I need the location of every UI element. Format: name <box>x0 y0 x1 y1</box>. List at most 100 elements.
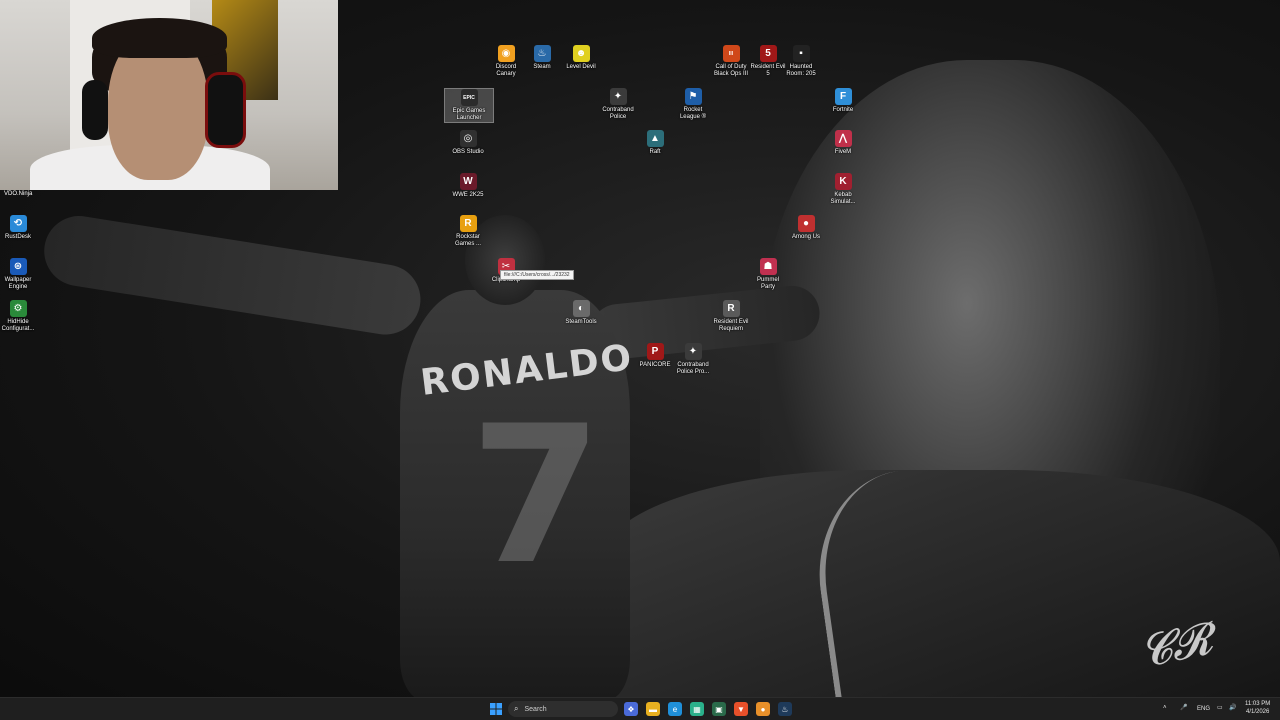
webcam-overlay <box>0 0 338 190</box>
pummel-party-icon: ☗ <box>759 258 777 275</box>
desktop-shortcut[interactable]: EPIC Epic Games Launcher <box>444 88 494 123</box>
wwe-2k25-icon: W <box>459 173 477 190</box>
clock-date[interactable]: 4/1/2026 <box>1246 709 1269 715</box>
desktop-shortcut-label: Discord Canary <box>495 64 517 77</box>
rustdesk-icon: ⟲ <box>9 215 27 232</box>
desktop-shortcut[interactable]: ☻ Level Devil <box>557 45 605 71</box>
wallpaper-jersey-name: RONALDO <box>418 337 636 404</box>
wallpaper-face <box>760 60 1220 700</box>
desktop-shortcut[interactable]: ⚙ HidHide Configurat... <box>0 300 42 333</box>
wallpaper-engine-icon: ⊛ <box>9 258 27 275</box>
search-placeholder: Search <box>524 705 547 713</box>
fivem-icon: ⋀ <box>834 130 852 147</box>
desktop-shortcut-label: Rocket League ® <box>679 107 707 120</box>
desktop-shortcut[interactable]: ✦ Contraband Police <box>594 88 642 121</box>
desktop-shortcut-label: SteamTools <box>565 319 597 325</box>
chevron-up-icon[interactable]: ˄ <box>1163 705 1167 711</box>
hidhide-icon: ⚙ <box>9 300 27 317</box>
desktop-shortcut[interactable]: K Kebab Simulat... <box>819 173 867 206</box>
desktop-shortcut-label: Raft <box>649 149 661 155</box>
desktop-shortcut-label: PANICORE <box>639 362 671 368</box>
taskbar: ⌕ Search ❖ ▬ e ▦ ▣ ▼ ● ♨ ˄ 🎤 ENG ▭ 🔊 11:03 PM 4… <box>0 697 1280 720</box>
resident-evil-requiem-icon: R <box>722 300 740 317</box>
brave-icon[interactable]: ▼ <box>734 702 748 716</box>
haunted-room-icon: ▪ <box>792 45 810 62</box>
obs-studio-icon: ◎ <box>459 130 477 147</box>
desktop-shortcut-label: Pummel Party <box>756 277 779 290</box>
desktop-shortcut[interactable]: ▲ Raft <box>631 130 679 156</box>
headset-left-icon <box>82 80 108 140</box>
rocket-league-icon: ⚑ <box>684 88 702 105</box>
wallpaper-collar <box>805 458 1021 702</box>
desktop-shortcut-label: Steam <box>533 64 551 70</box>
among-us-icon: ● <box>797 215 815 232</box>
network-icon[interactable]: ▭ <box>1217 704 1223 711</box>
desktop-shortcut[interactable]: ⚑ Rocket League ® <box>669 88 717 121</box>
resident-evil-5-icon: 5 <box>759 45 777 62</box>
webcam-hair-top <box>92 18 227 58</box>
widgets-icon[interactable]: ❖ <box>624 702 638 716</box>
taskbar-search[interactable]: ⌕ Search <box>508 701 618 717</box>
wallpaper-signature: 𝓒𝓡 <box>1135 613 1217 678</box>
desktop-shortcut-label: WWE 2K25 <box>452 192 484 198</box>
level-devil-icon: ☻ <box>572 45 590 62</box>
path-tooltip: file:///C:/Users/cross/.../23232 <box>500 270 574 280</box>
desktop-shortcut-label: HidHide Configurat... <box>1 319 35 332</box>
desktop-shortcut[interactable]: ☗ Pummel Party <box>744 258 792 291</box>
desktop-shortcut-label: Among Us <box>791 234 820 240</box>
desktop-shortcut[interactable]: W WWE 2K25 <box>444 173 492 199</box>
desktop-shortcut-label: Fortnite <box>832 107 854 113</box>
desktop-shortcut[interactable]: ⟲ RustDesk <box>0 215 42 241</box>
desktop-shortcut[interactable]: F Fortnite <box>819 88 867 114</box>
wallpaper-shirt <box>600 470 1280 700</box>
desktop-shortcut-label: Wallpaper Engine <box>4 277 32 290</box>
desktop-shortcut-label: OBS Studio <box>452 149 484 155</box>
volume-icon[interactable]: 🔊 <box>1229 704 1236 711</box>
desktop-shortcut-label: Call of Duty Black Ops III <box>713 64 748 77</box>
steam-taskbar-icon[interactable]: ♨ <box>778 702 792 716</box>
desktop-shortcut[interactable]: ▪ Haunted Room: 205 <box>777 45 825 78</box>
desktop-shortcut[interactable]: ◐ SteamTools <box>557 300 605 326</box>
headset-right-icon <box>205 72 246 148</box>
file-explorer-icon[interactable]: ▬ <box>646 702 660 716</box>
wallpaper-arm-left <box>39 210 426 340</box>
desktop-shortcut-label: Haunted Room: 205 <box>786 64 816 77</box>
desktop-shortcut[interactable]: ⊛ Wallpaper Engine <box>0 258 42 291</box>
kebab-simulator-icon: K <box>834 173 852 190</box>
app-orange-icon[interactable]: ● <box>756 702 770 716</box>
discord-canary-icon: ◉ <box>497 45 515 62</box>
store-icon[interactable]: ▦ <box>690 702 704 716</box>
app-green-icon[interactable]: ▣ <box>712 702 726 716</box>
desktop-shortcut-label: FiveM <box>834 149 852 155</box>
steamtools-icon: ◐ <box>572 300 590 317</box>
desktop-shortcut-label: Epic Games Launcher <box>452 108 486 121</box>
contraband-police-prologue-icon: ✦ <box>684 343 702 360</box>
webcam-label: VDO.Ninja <box>4 191 33 197</box>
clock-time[interactable]: 11:03 PM <box>1245 701 1270 707</box>
wallpaper-jersey-number: 7 <box>470 385 603 606</box>
desktop-shortcut[interactable]: ◎ OBS Studio <box>444 130 492 156</box>
desktop-shortcut-label: Contraband Police Pro... <box>676 362 710 375</box>
desktop-shortcut[interactable]: ⋀ FiveM <box>819 130 867 156</box>
desktop-shortcut-label: RustDesk <box>4 234 31 240</box>
steam-icon: ♨ <box>533 45 551 62</box>
raft-icon: ▲ <box>646 130 664 147</box>
start-button[interactable] <box>489 702 503 716</box>
desktop-shortcut-label: Contraband Police <box>602 107 634 120</box>
microphone-icon[interactable]: 🎤 <box>1180 704 1187 711</box>
contraband-police-icon: ✦ <box>609 88 627 105</box>
call-of-duty-icon: III <box>722 45 740 62</box>
desktop[interactable]: 7 RONALDO 𝓒𝓡 VDO.Ninja ◉ Discord Canary ♨ S… <box>0 0 1280 720</box>
epic-games-icon: EPIC <box>460 89 478 106</box>
desktop-shortcut[interactable]: ✦ Contraband Police Pro... <box>669 343 717 376</box>
desktop-shortcut-label: Kebab Simulat... <box>830 192 856 205</box>
windows-logo-icon <box>490 703 502 715</box>
wallpaper-player-body <box>400 290 630 700</box>
desktop-shortcut-label: Level Devil <box>566 64 596 70</box>
desktop-shortcut-label: Resident Evil Requiem <box>713 319 749 332</box>
desktop-shortcut[interactable]: R Rockstar Games ... <box>444 215 492 248</box>
desktop-shortcut[interactable]: ● Among Us <box>782 215 830 241</box>
language-indicator[interactable]: ENG <box>1197 706 1210 712</box>
edge-icon[interactable]: e <box>668 702 682 716</box>
desktop-shortcut[interactable]: R Resident Evil Requiem <box>707 300 755 333</box>
